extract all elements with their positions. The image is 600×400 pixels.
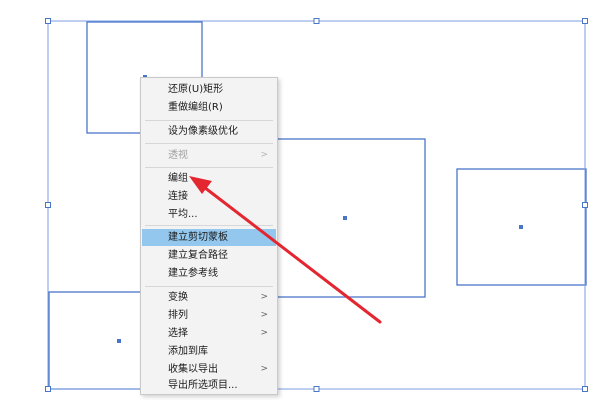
menu-item-label: 重做编组(R)	[168, 102, 223, 113]
menu-item-arrange[interactable]: 排列 >	[142, 307, 276, 324]
artboard-canvas[interactable]	[0, 0, 600, 400]
menu-item-label: 建立参考线	[168, 268, 218, 279]
menu-separator	[145, 286, 273, 287]
resize-handle-top-middle[interactable]	[313, 18, 320, 24]
menu-item-make-clipping-mask[interactable]: 建立剪切蒙板	[142, 229, 276, 246]
menu-separator	[145, 143, 273, 144]
menu-item-label: 建立复合路径	[168, 250, 228, 261]
menu-item-label: 透视	[168, 150, 188, 161]
menu-item-label: 变换	[168, 292, 188, 303]
menu-item-label: 添加到库	[168, 346, 208, 357]
menu-item-label: 还原(U)矩形	[168, 84, 224, 95]
menu-item-add-to-library[interactable]: 添加到库	[142, 343, 276, 360]
resize-handle-middle-right[interactable]	[582, 202, 588, 208]
menu-item-undo-rectangle[interactable]: 还原(U)矩形	[142, 81, 276, 98]
bounding-box	[47, 20, 586, 390]
menu-item-transform[interactable]: 变换 >	[142, 289, 276, 306]
menu-item-label: 连接	[168, 191, 188, 202]
submenu-arrow-icon: >	[260, 150, 268, 160]
submenu-arrow-icon: >	[260, 328, 268, 338]
menu-separator	[145, 167, 273, 168]
menu-item-pixel-optimize[interactable]: 设为像素级优化	[142, 123, 276, 140]
resize-handle-bottom-right[interactable]	[582, 386, 588, 392]
menu-item-group[interactable]: 编组	[142, 170, 276, 187]
menu-item-perspective: 透视 >	[142, 147, 276, 164]
menu-item-label: 平均...	[168, 209, 198, 220]
menu-item-label: 导出所选项目...	[168, 380, 238, 391]
menu-item-make-compound-path[interactable]: 建立复合路径	[142, 247, 276, 264]
center-point-marker	[343, 216, 347, 220]
context-menu: 还原(U)矩形 重做编组(R) 设为像素级优化 透视 > 编组 连接 平均... …	[140, 77, 278, 395]
resize-handle-bottom-left[interactable]	[45, 386, 51, 392]
submenu-arrow-icon: >	[260, 292, 268, 302]
resize-handle-top-left[interactable]	[45, 18, 51, 24]
menu-item-join[interactable]: 连接	[142, 188, 276, 205]
menu-separator	[145, 120, 273, 121]
menu-item-label: 选择	[168, 328, 188, 339]
center-point-marker	[117, 339, 121, 343]
menu-separator	[145, 225, 273, 226]
center-point-marker	[519, 225, 523, 229]
submenu-arrow-icon: >	[260, 364, 268, 374]
resize-handle-middle-left[interactable]	[45, 202, 51, 208]
menu-item-redo-group[interactable]: 重做编组(R)	[142, 99, 276, 116]
menu-item-label: 收集以导出	[168, 364, 218, 375]
menu-item-average[interactable]: 平均...	[142, 206, 276, 223]
resize-handle-bottom-middle[interactable]	[313, 386, 320, 392]
menu-item-label: 建立剪切蒙板	[168, 232, 228, 243]
menu-item-collect-for-export[interactable]: 收集以导出 >	[142, 361, 276, 378]
menu-item-export-selection[interactable]: 导出所选项目...	[142, 377, 276, 394]
menu-item-select[interactable]: 选择 >	[142, 325, 276, 342]
resize-handle-top-right[interactable]	[582, 18, 588, 24]
rectangle-bottom-left[interactable]	[48, 291, 155, 390]
menu-item-label: 排列	[168, 310, 188, 321]
menu-item-label: 设为像素级优化	[168, 126, 238, 137]
selected-group[interactable]	[48, 21, 587, 390]
menu-item-make-guides[interactable]: 建立参考线	[142, 265, 276, 282]
submenu-arrow-icon: >	[260, 310, 268, 320]
menu-item-label: 编组	[168, 173, 188, 184]
